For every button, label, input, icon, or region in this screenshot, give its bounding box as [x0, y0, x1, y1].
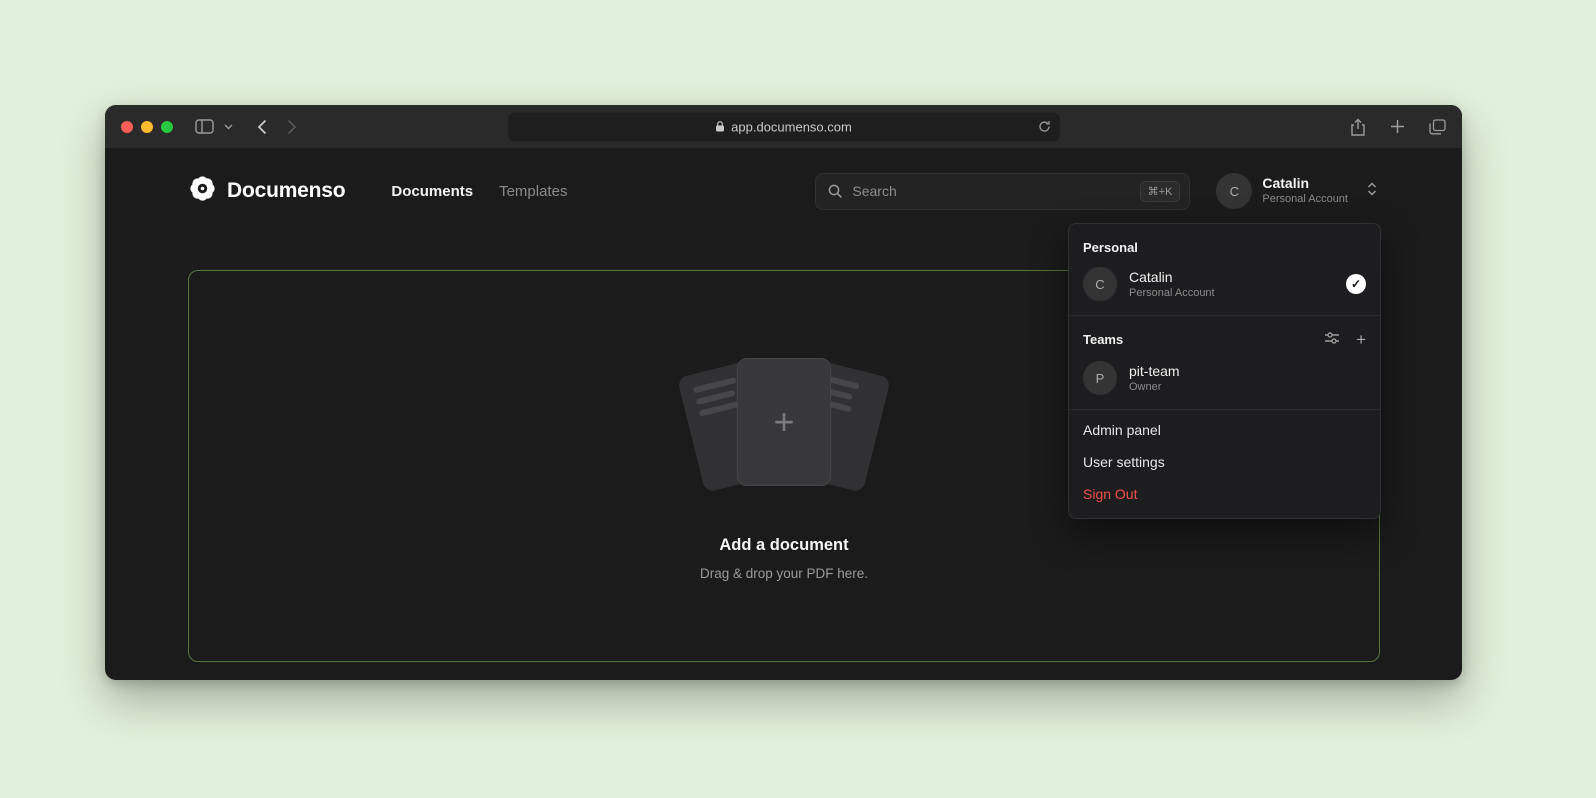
search-box[interactable]: ⌘+K	[815, 173, 1190, 210]
dropzone-subtitle: Drag & drop your PDF here.	[700, 566, 868, 581]
chevron-down-icon[interactable]	[224, 124, 233, 130]
team-avatar: P	[1083, 361, 1117, 395]
share-icon[interactable]	[1350, 118, 1366, 136]
team-name: pit-team	[1129, 362, 1180, 380]
tab-overview-icon[interactable]	[1429, 119, 1446, 135]
reload-icon[interactable]	[1038, 120, 1051, 133]
main-nav: Documents Templates	[391, 183, 567, 200]
new-tab-icon[interactable]	[1390, 119, 1405, 134]
team-role: Owner	[1129, 380, 1180, 394]
menu-divider	[1069, 409, 1380, 410]
search-icon	[827, 183, 843, 199]
browser-window: app.documenso.com	[105, 105, 1462, 680]
account-subtitle: Personal Account	[1262, 193, 1348, 207]
documenso-logo-icon	[189, 175, 216, 207]
menu-divider	[1069, 315, 1380, 316]
personal-name: Catalin	[1129, 268, 1215, 286]
brand-name: Documenso	[227, 179, 345, 203]
teams-label-text: Teams	[1083, 332, 1123, 347]
plus-icon: +	[773, 404, 794, 440]
desktop-background: { "colors": { "accent": "#a3e635", "dang…	[0, 0, 1596, 798]
browser-toolbar: app.documenso.com	[105, 105, 1462, 148]
search-shortcut-badge: ⌘+K	[1140, 181, 1181, 202]
personal-avatar: C	[1083, 267, 1117, 301]
team-item[interactable]: P pit-team Owner	[1075, 355, 1374, 401]
menu-item-user-settings[interactable]: User settings	[1069, 446, 1380, 478]
personal-subtitle: Personal Account	[1129, 286, 1215, 300]
nav-templates[interactable]: Templates	[499, 183, 567, 200]
menu-item-sign-out[interactable]: Sign Out	[1069, 478, 1380, 510]
search-input[interactable]	[852, 183, 1130, 199]
address-bar[interactable]: app.documenso.com	[508, 112, 1060, 141]
toolbar-right-group	[1350, 118, 1446, 136]
zoom-window-button[interactable]	[161, 121, 173, 133]
app-header: Documenso Documents Templates ⌘+K C Cata…	[105, 148, 1462, 234]
close-window-button[interactable]	[121, 121, 133, 133]
url-text: app.documenso.com	[731, 119, 852, 134]
personal-account-item[interactable]: C Catalin Personal Account ✓	[1075, 261, 1374, 307]
lock-icon	[715, 121, 725, 133]
account-dropdown-menu: Personal C Catalin Personal Account ✓ Te…	[1068, 223, 1381, 519]
selected-check-icon: ✓	[1346, 274, 1366, 294]
account-menu-button[interactable]: C Catalin Personal Account	[1216, 173, 1378, 209]
minimize-window-button[interactable]	[141, 121, 153, 133]
nav-documents[interactable]: Documents	[391, 183, 473, 200]
teams-section-label: Teams +	[1075, 326, 1374, 355]
add-team-button[interactable]: +	[1356, 331, 1366, 348]
personal-section-label: Personal	[1075, 236, 1374, 261]
forward-button[interactable]	[287, 119, 297, 135]
documents-illustration: +	[664, 352, 904, 502]
teams-section: Teams + P pit-team	[1069, 320, 1380, 405]
account-name: Catalin	[1262, 175, 1348, 193]
account-avatar: C	[1216, 173, 1252, 209]
dropzone-title: Add a document	[719, 536, 848, 555]
personal-section: Personal C Catalin Personal Account ✓	[1069, 230, 1380, 311]
traffic-lights	[121, 121, 173, 133]
chevron-up-down-icon	[1366, 181, 1378, 202]
menu-item-admin-panel[interactable]: Admin panel	[1069, 414, 1380, 446]
manage-teams-icon[interactable]	[1324, 330, 1340, 349]
brand[interactable]: Documenso	[189, 175, 345, 207]
back-button[interactable]	[257, 119, 267, 135]
illustration-card-center: +	[737, 358, 831, 486]
sidebar-toggle-icon[interactable]	[195, 119, 214, 134]
